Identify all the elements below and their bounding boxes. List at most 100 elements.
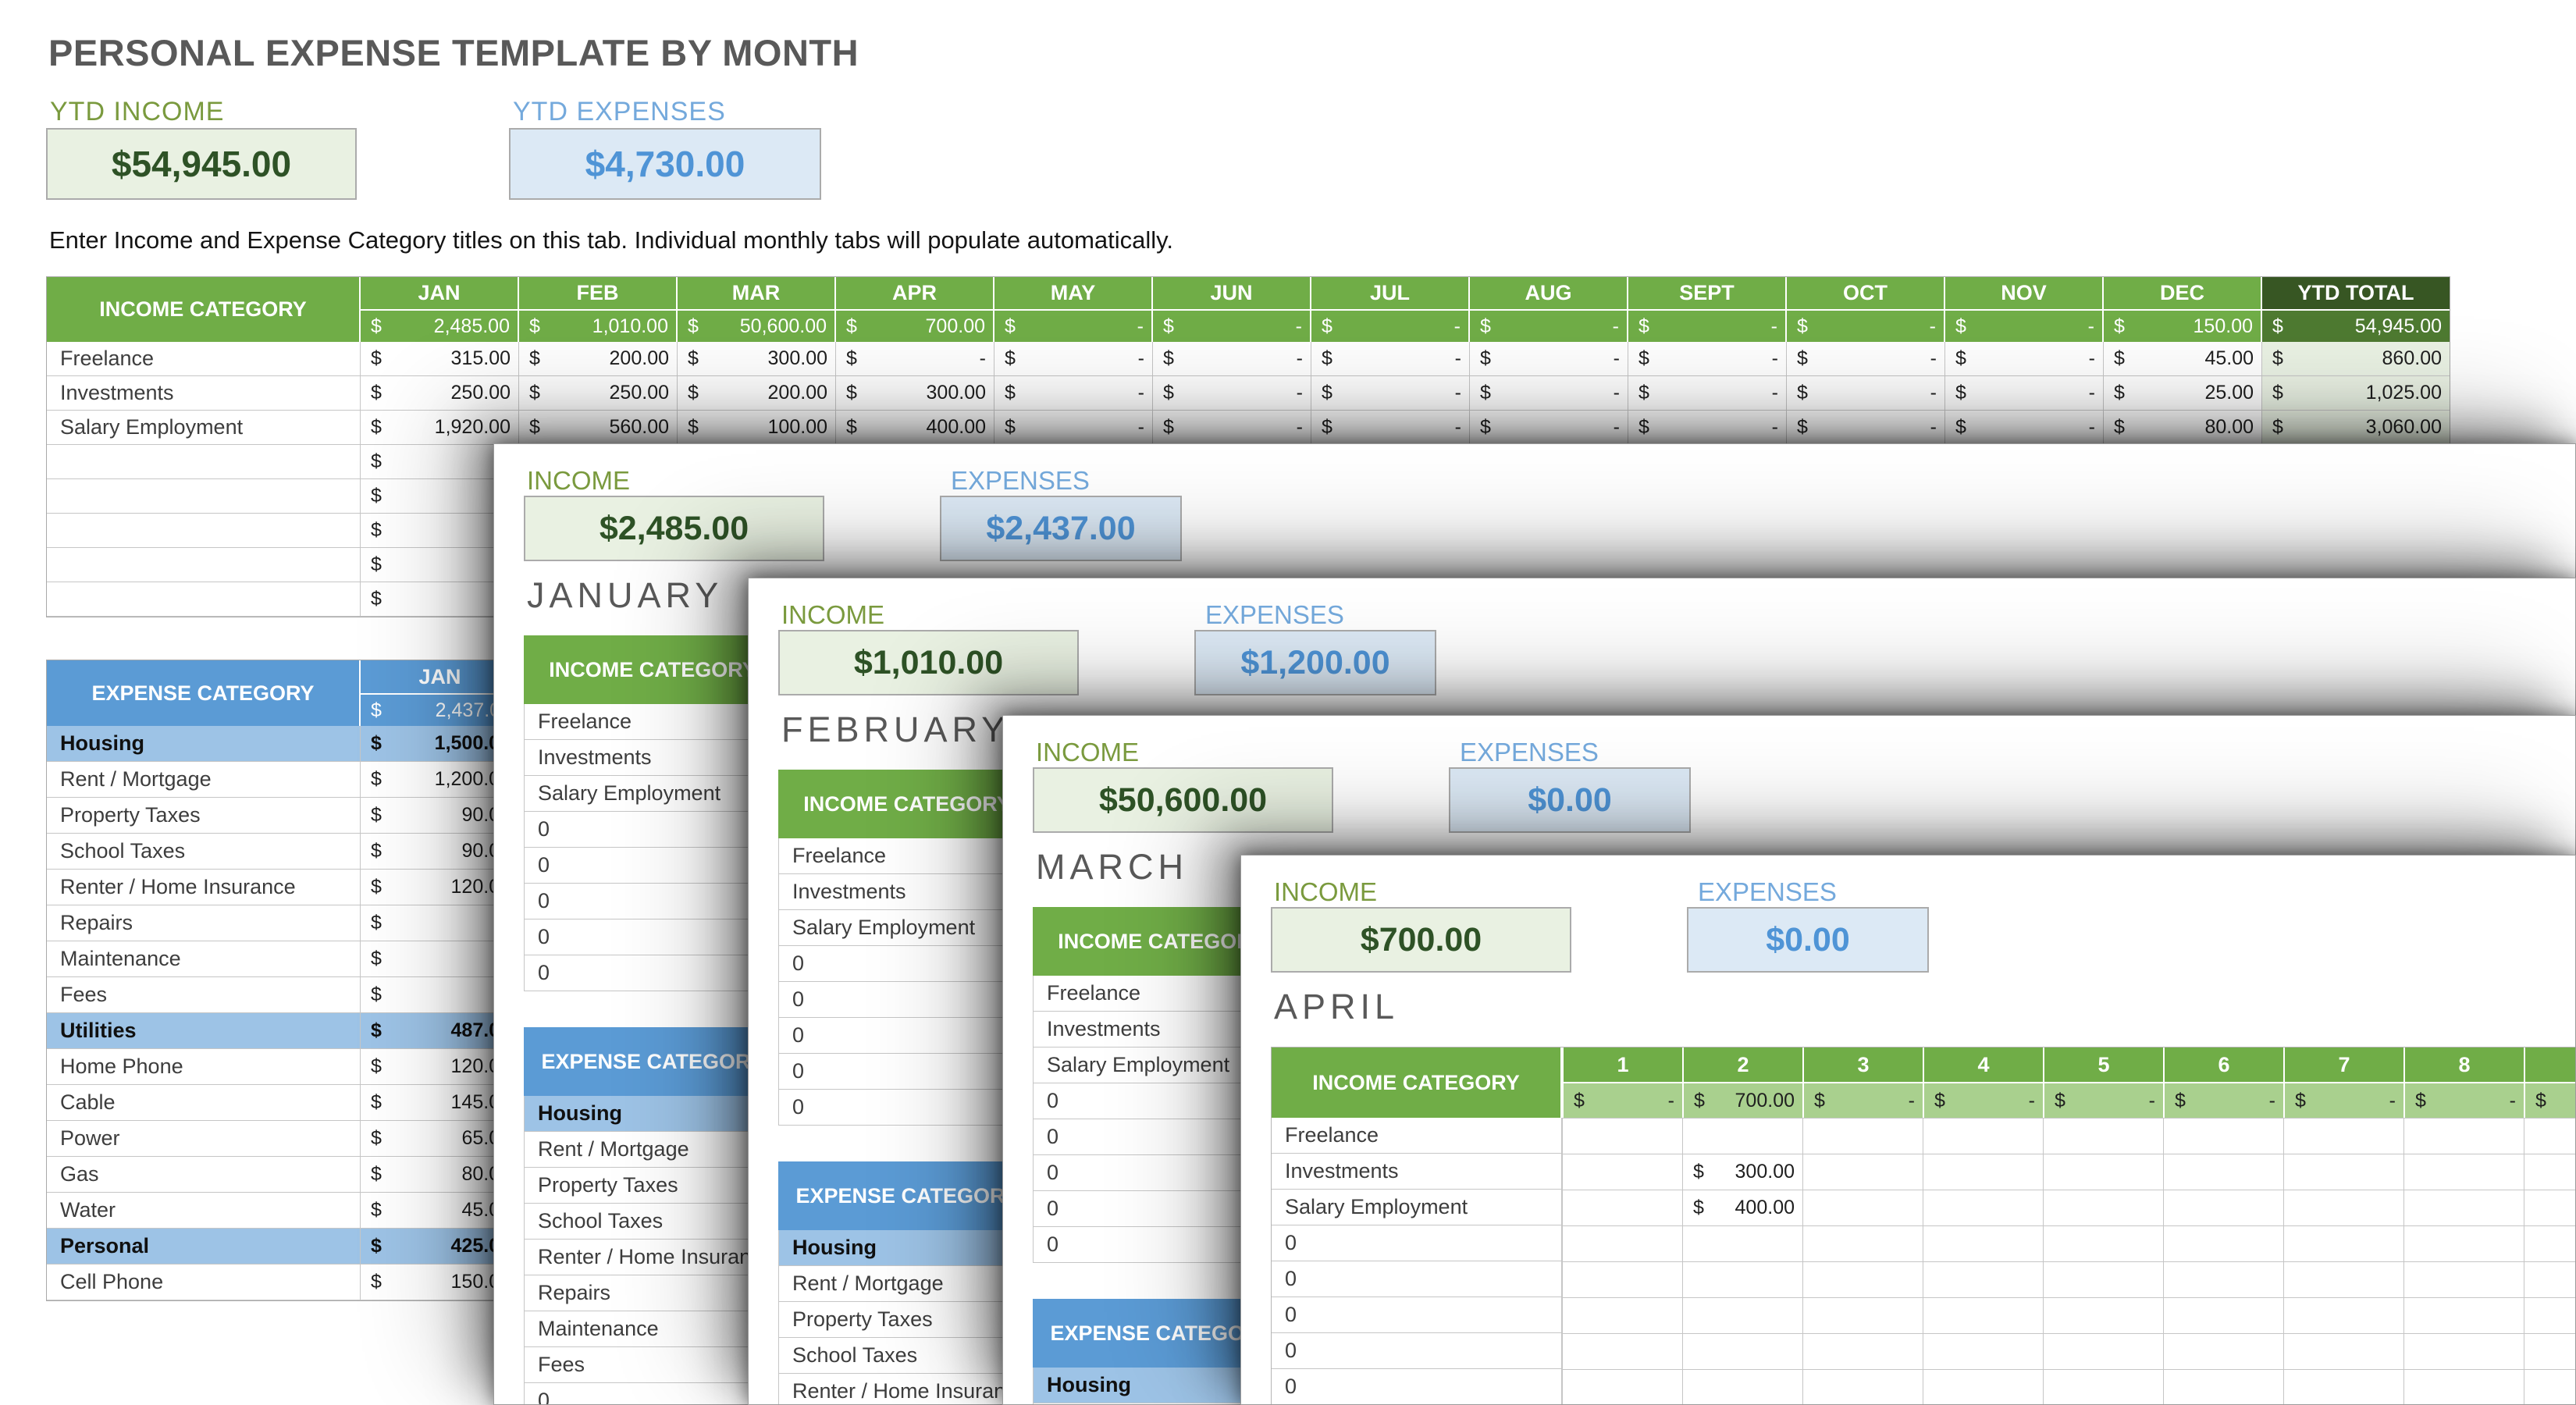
april-value-cell[interactable] — [1682, 1297, 1802, 1333]
april-value-cell[interactable]: $400.00 — [1682, 1190, 1802, 1225]
income-value-cell[interactable]: $- — [994, 376, 1153, 411]
expense-category-cell[interactable]: Cable — [47, 1085, 361, 1121]
card-income-value[interactable]: $50,600.00 — [1033, 767, 1333, 833]
income-value-cell[interactable]: $200.00 — [678, 376, 836, 411]
income-value-cell[interactable]: $- — [1470, 376, 1628, 411]
income-month-total[interactable]: $150.00 — [2104, 309, 2262, 342]
card-expense-row[interactable]: School Taxes — [524, 1204, 781, 1240]
income-ytd-total[interactable]: $54,945.00 — [2262, 309, 2450, 342]
expense-category-cell[interactable]: Cell Phone — [47, 1264, 361, 1300]
april-day-header[interactable]: 7 — [2283, 1048, 2403, 1082]
income-month-total[interactable]: $1,010.00 — [519, 309, 678, 342]
income-month-total[interactable]: $2,485.00 — [361, 309, 519, 342]
income-month-header[interactable]: AUG — [1470, 277, 1628, 309]
income-category-cell[interactable] — [47, 479, 361, 514]
income-month-total[interactable]: $- — [1470, 309, 1628, 342]
april-value-cell[interactable] — [2163, 1369, 2283, 1405]
april-day-total[interactable]: $- — [1923, 1082, 2043, 1118]
income-ytd-cell[interactable]: $1,025.00 — [2262, 376, 2450, 411]
april-value-cell[interactable] — [2163, 1118, 2283, 1154]
card-income-row[interactable]: Salary Employment — [524, 776, 781, 812]
income-month-header[interactable]: FEB — [519, 277, 678, 309]
income-month-header[interactable]: JAN — [361, 277, 519, 309]
card-income-row[interactable]: 0 — [524, 919, 781, 955]
card-income-row[interactable]: 0 — [778, 1018, 1036, 1054]
card-income-row[interactable]: 0 — [778, 1054, 1036, 1090]
income-value-cell[interactable]: $- — [1311, 376, 1470, 411]
income-value-cell[interactable]: $- — [1153, 376, 1311, 411]
card-expense-row[interactable]: Rent / Mortgage — [778, 1266, 1036, 1302]
april-value-cell[interactable] — [1562, 1261, 1682, 1297]
april-value-cell[interactable] — [1923, 1118, 2043, 1154]
april-value-cell[interactable] — [2043, 1118, 2163, 1154]
april-value-cell[interactable] — [2403, 1225, 2524, 1261]
april-value-cell[interactable] — [1802, 1297, 1923, 1333]
card-expense-row[interactable]: School Taxes — [778, 1338, 1036, 1374]
april-value-cell[interactable] — [2283, 1118, 2403, 1154]
april-value-cell[interactable] — [2524, 1297, 2576, 1333]
income-value-cell[interactable]: $400.00 — [836, 411, 994, 445]
expense-category-header[interactable]: EXPENSE CATEGORY — [47, 660, 361, 726]
income-value-cell[interactable]: $- — [1153, 411, 1311, 445]
april-value-cell[interactable] — [2403, 1261, 2524, 1297]
april-day-total[interactable]: $- — [1562, 1082, 1682, 1118]
april-value-cell[interactable] — [2163, 1261, 2283, 1297]
income-month-total[interactable]: $- — [994, 309, 1153, 342]
april-day-total[interactable]: $- — [2283, 1082, 2403, 1118]
april-value-cell[interactable] — [2163, 1190, 2283, 1225]
april-value-cell[interactable] — [2524, 1225, 2576, 1261]
april-value-cell[interactable] — [2283, 1190, 2403, 1225]
april-value-cell[interactable] — [2524, 1261, 2576, 1297]
expense-category-cell[interactable]: Housing — [47, 726, 361, 762]
april-value-cell[interactable] — [2283, 1297, 2403, 1333]
april-value-cell[interactable] — [2163, 1333, 2283, 1369]
card-expenses-value[interactable]: $2,437.00 — [940, 496, 1182, 561]
income-category-cell[interactable]: Freelance — [47, 342, 361, 376]
income-month-header[interactable]: MAR — [678, 277, 836, 309]
card-income-row[interactable]: Investments — [778, 874, 1036, 910]
card-expense-category-header[interactable]: EXPENSE CATEGORY — [778, 1161, 1036, 1230]
income-value-cell[interactable]: $200.00 — [519, 342, 678, 376]
card-expense-row[interactable]: Renter / Home Insurance — [524, 1240, 781, 1275]
april-value-cell[interactable] — [2043, 1190, 2163, 1225]
expense-category-cell[interactable]: Gas — [47, 1157, 361, 1193]
april-value-cell[interactable] — [2283, 1154, 2403, 1190]
income-value-cell[interactable]: $- — [1787, 376, 1945, 411]
card-income-row[interactable]: Salary Employment — [778, 910, 1036, 946]
card-expense-row[interactable]: Maintenance — [524, 1311, 781, 1347]
income-month-header[interactable]: SEPT — [1628, 277, 1787, 309]
april-value-cell[interactable] — [1682, 1118, 1802, 1154]
april-value-cell[interactable] — [2163, 1154, 2283, 1190]
april-value-cell[interactable] — [1923, 1154, 2043, 1190]
april-value-cell[interactable] — [2043, 1333, 2163, 1369]
income-ytd-cell[interactable]: $860.00 — [2262, 342, 2450, 376]
card-income-row[interactable]: 0 — [524, 812, 781, 848]
april-value-cell[interactable] — [2403, 1118, 2524, 1154]
expense-category-cell[interactable]: Water — [47, 1193, 361, 1229]
income-category-cell[interactable]: Investments — [47, 376, 361, 411]
april-value-cell[interactable] — [2403, 1154, 2524, 1190]
income-month-header[interactable]: OCT — [1787, 277, 1945, 309]
income-value-cell[interactable]: $- — [1470, 342, 1628, 376]
april-value-cell[interactable] — [1923, 1297, 2043, 1333]
card-income-row[interactable]: 0 — [524, 848, 781, 884]
april-value-cell[interactable] — [1802, 1225, 1923, 1261]
expense-category-cell[interactable]: Utilities — [47, 1013, 361, 1049]
april-value-cell[interactable] — [2043, 1154, 2163, 1190]
april-day-total[interactable]: $- — [2403, 1082, 2524, 1118]
card-expense-row[interactable]: Property Taxes — [524, 1168, 781, 1204]
april-value-cell[interactable] — [1562, 1154, 1682, 1190]
card-expense-row[interactable]: 0 — [524, 1383, 781, 1405]
expense-category-cell[interactable]: School Taxes — [47, 834, 361, 870]
income-value-cell[interactable]: $- — [994, 411, 1153, 445]
income-value-cell[interactable]: $- — [1945, 411, 2104, 445]
card-expense-row[interactable]: Fees — [524, 1347, 781, 1383]
income-ytd-header[interactable]: YTD TOTAL — [2262, 277, 2450, 309]
card-expenses-value[interactable]: $1,200.00 — [1194, 630, 1436, 695]
april-day-header[interactable]: 5 — [2043, 1048, 2163, 1082]
april-value-cell[interactable] — [2283, 1261, 2403, 1297]
april-value-cell[interactable] — [1923, 1333, 2043, 1369]
april-value-cell[interactable] — [1562, 1225, 1682, 1261]
april-day-total[interactable]: $- — [2524, 1082, 2576, 1118]
april-day-total[interactable]: $700.00 — [1682, 1082, 1802, 1118]
